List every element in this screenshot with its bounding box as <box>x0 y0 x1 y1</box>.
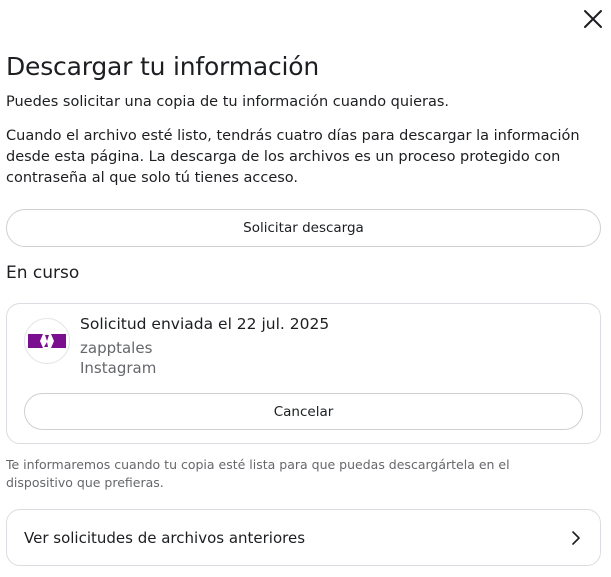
in-progress-heading: En curso <box>6 263 80 283</box>
description-details: Cuando el archivo esté listo, tendrás cu… <box>6 128 580 186</box>
close-button[interactable] <box>579 5 607 33</box>
notification-notice: Te informaremos cuando tu copia esté lis… <box>6 457 510 490</box>
request-date-title: Solicitud enviada el 22 jul. 2025 <box>80 315 330 333</box>
previous-requests-label: Ver solicitudes de archivos anteriores <box>24 528 306 547</box>
in-progress-request-card: Solicitud enviada el 22 jul. 2025 zappta… <box>6 303 601 444</box>
previous-requests-link[interactable]: Ver solicitudes de archivos anteriores <box>6 509 601 566</box>
app-name: Instagram <box>80 359 157 377</box>
account-name: zapptales <box>80 339 153 357</box>
avatar <box>24 318 70 364</box>
page-title: Descargar tu información <box>6 52 319 81</box>
description-intro: Puedes solicitar una copia de tu informa… <box>6 94 450 110</box>
chevron-right-icon <box>570 530 582 545</box>
request-download-button[interactable]: Solicitar descarga <box>6 209 601 247</box>
close-icon <box>584 10 602 28</box>
zapptales-logo-icon <box>28 334 66 348</box>
cancel-button[interactable]: Cancelar <box>24 393 583 430</box>
